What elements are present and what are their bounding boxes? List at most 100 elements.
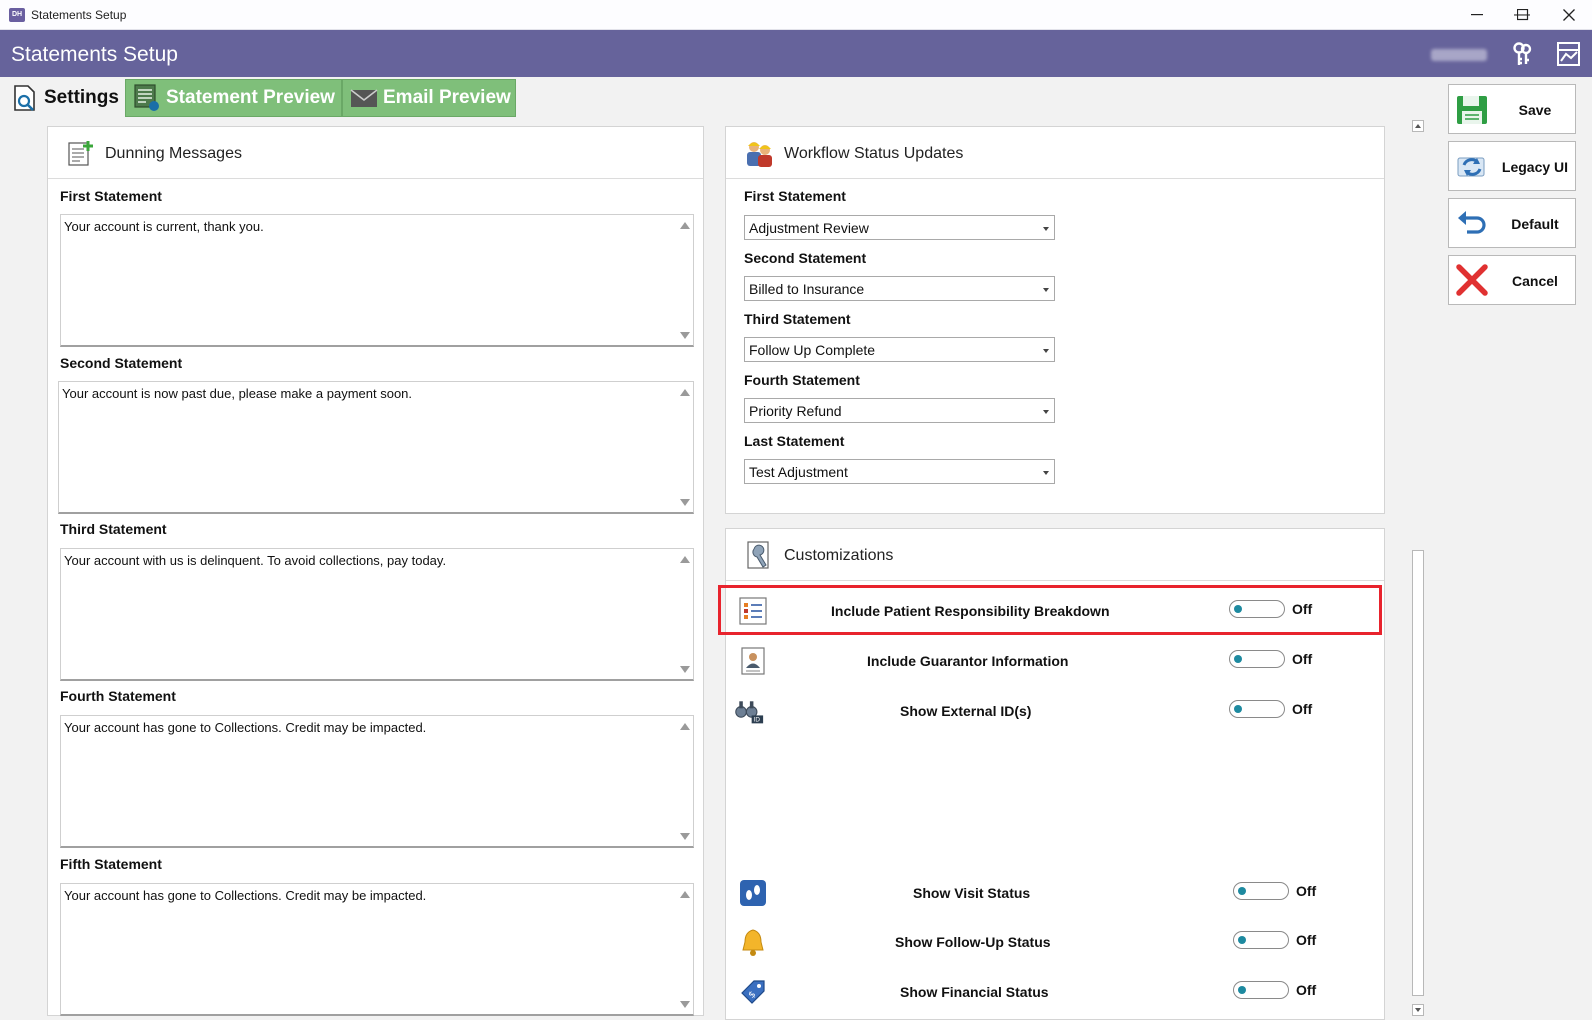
workflow-fourth-value: Priority Refund	[749, 403, 842, 419]
page-title: Statements Setup	[11, 43, 178, 66]
scroll-down-button[interactable]	[1412, 1004, 1424, 1016]
dropdown-arrow-icon	[1043, 288, 1049, 292]
patient-responsibility-toggle[interactable]	[1229, 600, 1285, 618]
workflow-second-select[interactable]: Billed to Insurance	[744, 276, 1055, 301]
tab-email-preview-label: Email Preview	[383, 87, 511, 108]
window-title: Statements Setup	[31, 8, 127, 22]
chevron-up-icon	[1415, 124, 1421, 128]
save-label: Save	[1518, 102, 1552, 118]
textarea-scrollbar[interactable]	[677, 884, 693, 1014]
tab-settings[interactable]: Settings	[4, 79, 125, 117]
guarantor-label: Include Guarantor Information	[867, 653, 1069, 669]
dunning-fourth-text: Your account has gone to Collections. Cr…	[64, 720, 427, 735]
tab-statement-preview[interactable]: Statement Preview	[125, 79, 342, 117]
cancel-button[interactable]: Cancel	[1448, 255, 1576, 305]
tab-settings-label: Settings	[44, 87, 119, 108]
statement-icon	[134, 84, 159, 111]
scrollbar-thumb[interactable]	[1412, 550, 1424, 996]
chart-icon[interactable]	[1555, 40, 1583, 68]
dunning-messages-title: Dunning Messages	[105, 145, 242, 162]
window-titlebar: DH Statements Setup —	[0, 0, 1592, 30]
svg-text:ID: ID	[753, 717, 760, 724]
dropdown-arrow-icon	[1043, 227, 1049, 231]
workflow-third-select[interactable]: Follow Up Complete	[744, 337, 1055, 362]
main-scrollbar[interactable]	[1410, 120, 1426, 1020]
scroll-up-button[interactable]	[1412, 120, 1424, 132]
binoculars-icon: ID	[735, 701, 764, 724]
keys-icon[interactable]	[1508, 40, 1536, 68]
textarea-scrollbar[interactable]	[677, 716, 693, 846]
toggle-knob	[1234, 605, 1242, 613]
workflow-status-header: Workflow Status Updates	[726, 127, 1384, 179]
wrench-document-icon	[747, 541, 769, 569]
save-button[interactable]: Save	[1448, 84, 1576, 134]
dropdown-arrow-icon	[1043, 410, 1049, 414]
dunning-third-textarea[interactable]: Your account with us is delinquent. To a…	[60, 548, 694, 681]
external-id-state: Off	[1292, 701, 1313, 717]
user-name-redacted	[1431, 49, 1487, 61]
workflow-third-label: Third Statement	[744, 311, 851, 327]
customization-row-financial-status: $ Show Financial Status Off	[718, 972, 1378, 1012]
financial-status-label: Show Financial Status	[900, 984, 1049, 1000]
minimize-button[interactable]	[1454, 0, 1500, 30]
refresh-icon	[1457, 157, 1485, 177]
dunning-fourth-textarea[interactable]: Your account has gone to Collections. Cr…	[60, 715, 694, 848]
toggle-knob	[1234, 705, 1242, 713]
workflow-first-value: Adjustment Review	[749, 220, 869, 236]
bell-icon	[742, 929, 764, 956]
tab-statement-preview-label: Statement Preview	[166, 87, 335, 108]
dunning-second-textarea[interactable]: Your account is now past due, please mak…	[58, 381, 694, 514]
workflow-last-select[interactable]: Test Adjustment	[744, 459, 1055, 484]
textarea-scrollbar[interactable]	[677, 382, 693, 512]
default-button[interactable]: Default	[1448, 198, 1576, 248]
financial-status-toggle[interactable]	[1233, 981, 1289, 999]
dunning-messages-header: Dunning Messages	[48, 127, 703, 179]
dunning-second-label: Second Statement	[60, 355, 183, 371]
textarea-scrollbar[interactable]	[677, 215, 693, 345]
floppy-disk-icon	[1457, 96, 1487, 124]
visit-status-toggle[interactable]	[1233, 882, 1289, 900]
customization-row-visit-status: Show Visit Status Off	[718, 873, 1378, 913]
workflow-first-label: First Statement	[744, 188, 846, 204]
app-header: Statements Setup	[0, 30, 1592, 77]
external-id-toggle[interactable]	[1229, 700, 1285, 718]
guarantor-toggle[interactable]	[1229, 650, 1285, 668]
workflow-fourth-label: Fourth Statement	[744, 372, 860, 388]
dunning-fifth-label: Fifth Statement	[60, 856, 162, 872]
textarea-scrollbar[interactable]	[677, 549, 693, 679]
workers-icon	[747, 142, 772, 167]
customizations-title: Customizations	[784, 547, 894, 564]
cancel-label: Cancel	[1512, 273, 1558, 289]
chevron-down-icon	[1415, 1008, 1421, 1012]
workflow-fourth-select[interactable]: Priority Refund	[744, 398, 1055, 423]
app-icon: DH	[9, 8, 25, 22]
dropdown-arrow-icon	[1043, 471, 1049, 475]
id-card-icon	[741, 647, 765, 675]
visit-status-label: Show Visit Status	[913, 885, 1031, 901]
default-label: Default	[1511, 216, 1559, 232]
dunning-second-text: Your account is now past due, please mak…	[62, 386, 413, 401]
list-icon	[739, 597, 767, 625]
maximize-icon	[1517, 9, 1529, 21]
follow-up-status-state: Off	[1296, 932, 1317, 948]
patient-responsibility-state: Off	[1292, 601, 1313, 617]
customizations-header: Customizations	[726, 529, 1384, 581]
workflow-first-select[interactable]: Adjustment Review	[744, 215, 1055, 240]
tab-email-preview[interactable]: Email Preview	[342, 79, 516, 117]
dunning-first-textarea[interactable]: Your account is current, thank you.	[60, 214, 694, 347]
maximize-button[interactable]	[1500, 0, 1546, 30]
follow-up-status-toggle[interactable]	[1233, 931, 1289, 949]
toggle-knob	[1238, 986, 1246, 994]
legacy-ui-button[interactable]: Legacy UI	[1448, 141, 1576, 191]
price-tag-icon: $	[741, 980, 765, 1004]
document-search-icon	[14, 85, 35, 111]
dunning-fifth-textarea[interactable]: Your account has gone to Collections. Cr…	[60, 883, 694, 1016]
workflow-last-value: Test Adjustment	[749, 464, 848, 480]
dunning-third-text: Your account with us is delinquent. To a…	[64, 553, 447, 568]
toggle-knob	[1238, 887, 1246, 895]
footprints-icon	[740, 880, 766, 906]
close-window-button[interactable]	[1546, 0, 1592, 30]
guarantor-state: Off	[1292, 651, 1313, 667]
dropdown-arrow-icon	[1043, 349, 1049, 353]
workflow-third-value: Follow Up Complete	[749, 342, 876, 358]
